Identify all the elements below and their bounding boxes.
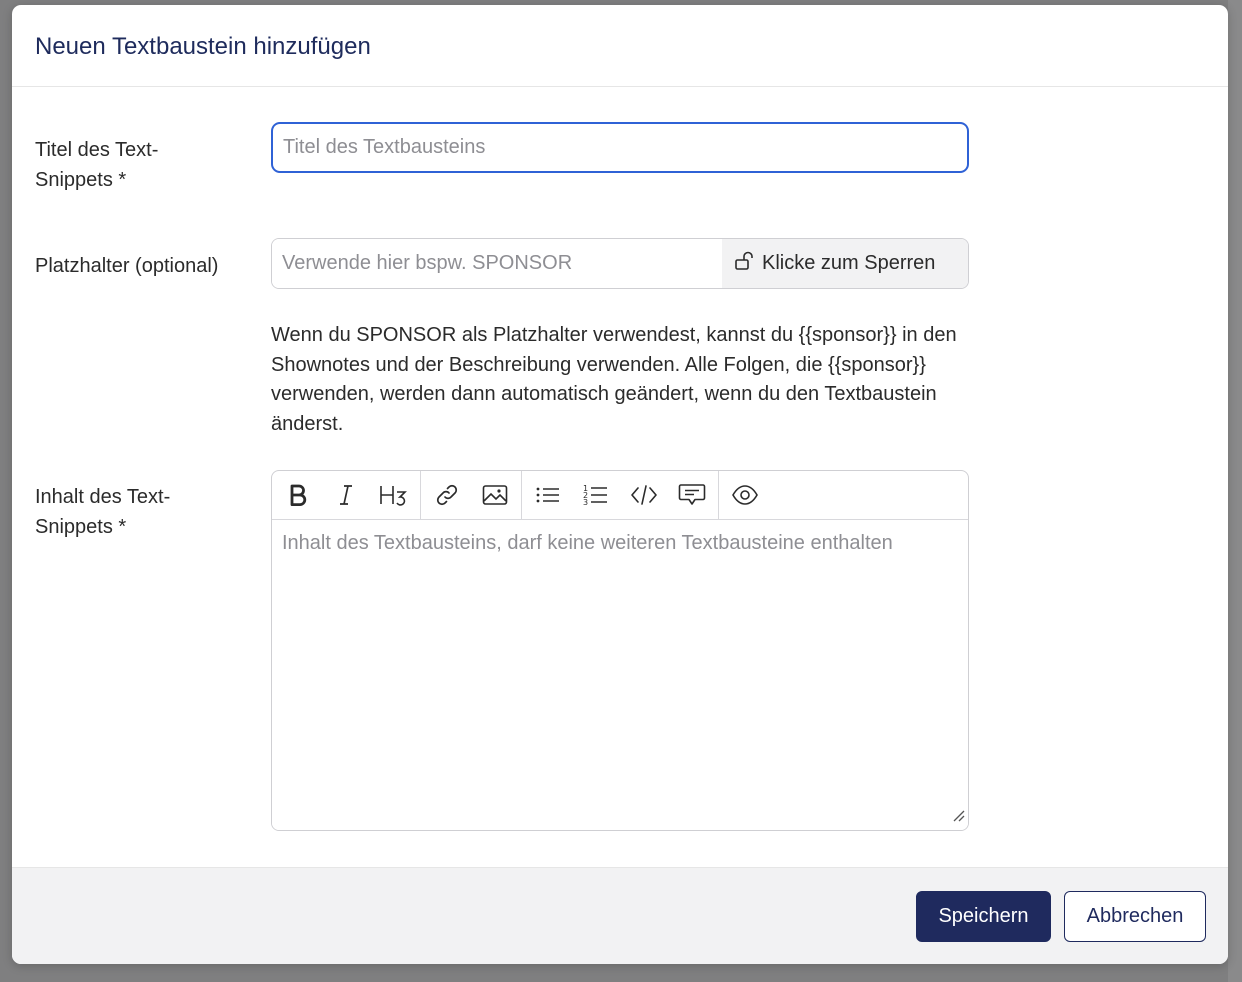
italic-icon[interactable]: [322, 471, 370, 519]
background-page-edge: [1228, 0, 1242, 982]
add-text-snippet-modal: Neuen Textbaustein hinzufügen Titel des …: [12, 5, 1228, 964]
preview-icon[interactable]: [721, 471, 769, 519]
modal-header: Neuen Textbaustein hinzufügen: [12, 5, 1228, 87]
placeholder-input-group: Klicke zum Sperren: [271, 238, 969, 289]
title-input[interactable]: [271, 122, 969, 173]
toolbar-group-insert: [421, 471, 522, 519]
link-icon[interactable]: [423, 471, 471, 519]
toolbar-group-text: [272, 471, 421, 519]
ordered-list-icon[interactable]: 123: [572, 471, 620, 519]
svg-text:3: 3: [583, 498, 588, 507]
quote-icon[interactable]: [668, 471, 716, 519]
content-label: Inhalt des Text-Snippets *: [35, 486, 171, 538]
placeholder-label: Platzhalter (optional): [35, 255, 219, 277]
modal-title: Neuen Textbaustein hinzufügen: [35, 32, 371, 60]
cancel-button[interactable]: Abbrechen: [1064, 891, 1206, 942]
unlock-icon: [734, 250, 762, 278]
markdown-editor: 123: [271, 470, 969, 831]
content-textarea[interactable]: [272, 520, 968, 830]
resize-handle-icon[interactable]: [951, 808, 965, 827]
title-label: Titel des Text-Snippets *: [35, 139, 159, 191]
lock-toggle-button[interactable]: Klicke zum Sperren: [722, 239, 968, 288]
heading-icon[interactable]: [370, 471, 418, 519]
placeholder-input[interactable]: [272, 239, 722, 288]
image-icon[interactable]: [471, 471, 519, 519]
editor-toolbar: 123: [272, 471, 968, 520]
placeholder-help-text: Wenn du SPONSOR als Platzhalter verwende…: [271, 324, 957, 435]
modal-footer: Speichern Abbrechen: [12, 867, 1228, 964]
unordered-list-icon[interactable]: [524, 471, 572, 519]
toolbar-group-view: [719, 471, 771, 519]
toolbar-group-blocks: 123: [522, 471, 719, 519]
code-icon[interactable]: [620, 471, 668, 519]
bold-icon[interactable]: [274, 471, 322, 519]
lock-toggle-label: Klicke zum Sperren: [762, 252, 936, 274]
save-button[interactable]: Speichern: [916, 891, 1051, 942]
